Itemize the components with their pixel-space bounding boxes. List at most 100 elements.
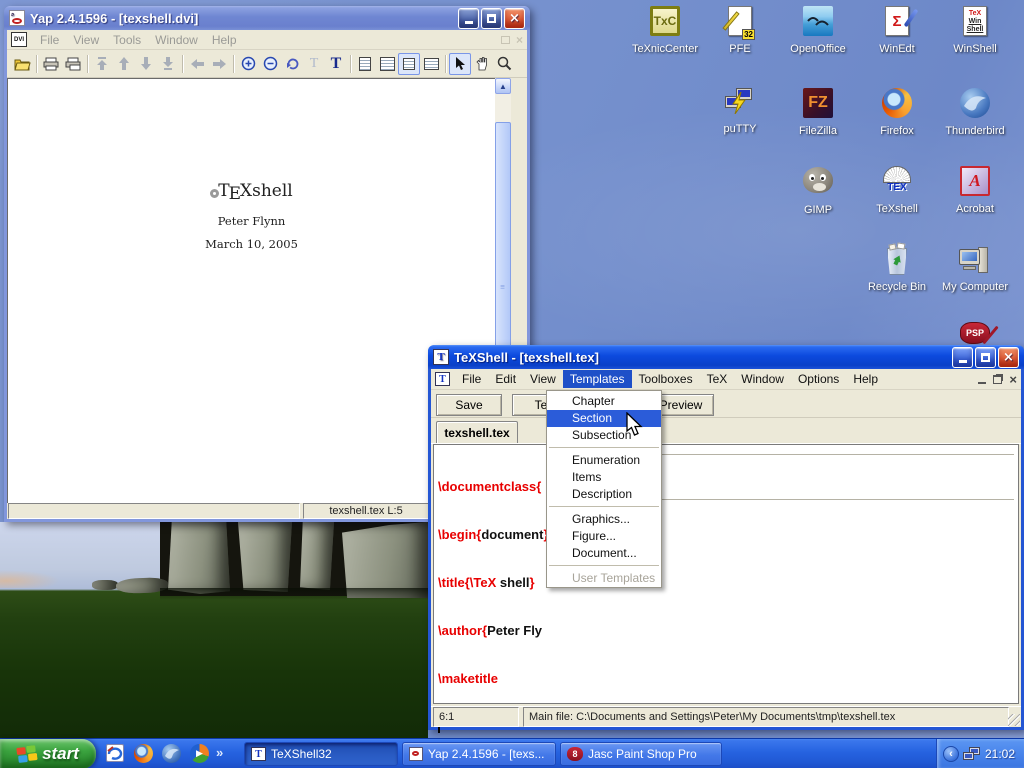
mdi-restore-icon[interactable] bbox=[501, 36, 510, 44]
menu-help[interactable]: Help bbox=[846, 370, 885, 388]
desktop-icon-texshell[interactable]: TEX TeXshell bbox=[859, 164, 935, 215]
desktop-icon-filezilla[interactable]: FZ FileZilla bbox=[780, 86, 856, 137]
menu-separator bbox=[549, 565, 659, 566]
menu-file[interactable]: File bbox=[455, 370, 488, 388]
icon-label: PFE bbox=[702, 43, 778, 55]
network-tray-icon[interactable] bbox=[963, 746, 981, 762]
texshell-window-body: T File Edit View Templates Toolboxes TeX… bbox=[431, 369, 1021, 727]
yap-menu-tools[interactable]: Tools bbox=[106, 31, 148, 49]
mdi-close-icon[interactable]: × bbox=[1009, 372, 1017, 387]
next-page-icon[interactable] bbox=[135, 53, 157, 75]
desktop-icon-openoffice[interactable]: OpenOffice bbox=[780, 4, 856, 55]
texshell-window[interactable]: T TeXShell - [texshell.tex] × T File Edi… bbox=[428, 345, 1024, 730]
menu-item-figure[interactable]: Figure... bbox=[547, 528, 661, 545]
desktop-icon-texniccenter[interactable]: TxC TeXnicCenter bbox=[627, 4, 703, 55]
yap-menu-window[interactable]: Window bbox=[148, 31, 205, 49]
continuous-facing-view-icon[interactable] bbox=[420, 53, 442, 75]
desktop-icon-my-computer[interactable]: My Computer bbox=[937, 244, 1013, 293]
menu-item-graphics[interactable]: Graphics... bbox=[547, 511, 661, 528]
badge-32: 32 bbox=[742, 29, 755, 40]
menu-item-document[interactable]: Document... bbox=[547, 545, 661, 562]
clock[interactable]: 21:02 bbox=[985, 747, 1015, 761]
save-button[interactable]: Save bbox=[436, 394, 502, 416]
tab-texshell-tex[interactable]: texshell.tex bbox=[436, 421, 518, 443]
menu-templates[interactable]: Templates bbox=[563, 370, 632, 388]
thunderbird-quicklaunch-icon[interactable] bbox=[162, 744, 182, 764]
desktop-icon-putty[interactable]: puTTY bbox=[702, 86, 778, 135]
texshell-close-button[interactable]: × bbox=[998, 347, 1019, 368]
mdi-minimize-icon[interactable] bbox=[978, 382, 986, 384]
yap-menu-file[interactable]: File bbox=[33, 31, 66, 49]
menu-tex[interactable]: TeX bbox=[700, 370, 735, 388]
text-outline-icon[interactable]: T bbox=[303, 53, 325, 75]
desktop-icon-recycle-bin[interactable]: Recycle Bin bbox=[859, 244, 935, 293]
standing-stone bbox=[168, 522, 230, 594]
texshell-titlebar[interactable]: T TeXShell - [texshell.tex] × bbox=[428, 345, 1024, 369]
desktop-icon-acrobat[interactable]: A Acrobat bbox=[937, 164, 1013, 215]
mdi-restore-icon[interactable] bbox=[993, 375, 1002, 384]
menu-item-items[interactable]: Items bbox=[547, 469, 661, 486]
start-button[interactable]: start bbox=[0, 739, 96, 768]
last-page-icon[interactable] bbox=[157, 53, 179, 75]
menu-item-description[interactable]: Description bbox=[547, 486, 661, 503]
menu-item-chapter[interactable]: Chapter bbox=[547, 393, 661, 410]
code-line: \author{Peter Fly bbox=[438, 623, 1018, 639]
select-tool-icon[interactable] bbox=[449, 53, 471, 75]
internet-explorer-icon[interactable] bbox=[106, 744, 126, 764]
scroll-up-icon[interactable]: ▲ bbox=[495, 78, 511, 94]
dvi-page-view[interactable]: TEXshell Peter Flynn March 10, 2005 bbox=[7, 78, 495, 503]
texshell-maximize-button[interactable] bbox=[975, 347, 996, 368]
desktop-icon-winshell[interactable]: TeX Win Shell WinShell bbox=[937, 4, 1013, 55]
firefox-quicklaunch-icon[interactable] bbox=[134, 744, 154, 764]
redraw-artifact-line bbox=[662, 454, 1014, 455]
yap-titlebar[interactable]: ⌕ Yap 2.4.1596 - [texshell.dvi] × bbox=[4, 6, 530, 30]
stone-ground-shadow bbox=[160, 588, 428, 600]
refresh-icon[interactable] bbox=[281, 53, 303, 75]
yap-menu-view[interactable]: View bbox=[66, 31, 106, 49]
menu-view[interactable]: View bbox=[523, 370, 563, 388]
desktop-icon-pfe[interactable]: 32 PFE bbox=[702, 4, 778, 55]
editor[interactable]: \documentclass{ \begin{document} \title{… bbox=[433, 444, 1019, 704]
previous-page-icon[interactable] bbox=[113, 53, 135, 75]
menu-window[interactable]: Window bbox=[734, 370, 791, 388]
yap-close-button[interactable]: × bbox=[504, 8, 525, 29]
zoom-in-icon[interactable] bbox=[237, 53, 259, 75]
menu-options[interactable]: Options bbox=[791, 370, 846, 388]
desktop-icon-thunderbird[interactable]: Thunderbird bbox=[937, 86, 1013, 137]
facing-page-view-icon[interactable] bbox=[376, 53, 398, 75]
menu-edit[interactable]: Edit bbox=[488, 370, 523, 388]
media-player-icon[interactable]: ▶ bbox=[190, 744, 210, 764]
putty-icon bbox=[723, 86, 757, 120]
back-icon[interactable] bbox=[186, 53, 208, 75]
menu-item-enumeration[interactable]: Enumeration bbox=[547, 452, 661, 469]
texshell-minimize-button[interactable] bbox=[952, 347, 973, 368]
print-icon[interactable] bbox=[40, 53, 62, 75]
zoom-out-icon[interactable] bbox=[259, 53, 281, 75]
distant-stone bbox=[92, 580, 118, 590]
hide-tray-icons-chevron[interactable]: ‹ bbox=[943, 746, 959, 762]
first-page-icon[interactable] bbox=[91, 53, 113, 75]
quicklaunch-overflow-chevron[interactable]: » bbox=[216, 745, 223, 760]
stonehenge-photo[interactable] bbox=[0, 522, 428, 738]
hand-tool-icon[interactable] bbox=[471, 53, 493, 75]
mdi-close-icon[interactable]: × bbox=[516, 33, 523, 47]
yap-maximize-button[interactable] bbox=[481, 8, 502, 29]
menu-toolboxes[interactable]: Toolboxes bbox=[632, 370, 700, 388]
resize-grip[interactable] bbox=[1008, 714, 1020, 726]
single-page-view-icon[interactable] bbox=[354, 53, 376, 75]
open-file-icon[interactable] bbox=[11, 53, 33, 75]
print-page-icon[interactable] bbox=[62, 53, 84, 75]
yap-menu-help[interactable]: Help bbox=[205, 31, 244, 49]
text-mode-icon[interactable]: T bbox=[325, 53, 347, 75]
forward-icon[interactable] bbox=[208, 53, 230, 75]
desktop: TxC TeXnicCenter 32 PFE OpenOffice Σ Win… bbox=[0, 0, 1024, 768]
desktop-icon-firefox[interactable]: Firefox bbox=[859, 86, 935, 137]
desktop-icon-gimp[interactable]: GIMP bbox=[780, 164, 856, 216]
continuous-view-icon[interactable] bbox=[398, 53, 420, 75]
magnifier-tool-icon[interactable] bbox=[493, 53, 515, 75]
task-button-yap[interactable]: Yap 2.4.1596 - [texs... bbox=[402, 742, 556, 766]
desktop-icon-winedt[interactable]: Σ WinShell WinEdt bbox=[859, 4, 935, 55]
task-button-paintshoppro[interactable]: 8 Jasc Paint Shop Pro bbox=[560, 742, 722, 766]
yap-minimize-button[interactable] bbox=[458, 8, 479, 29]
task-button-texshell[interactable]: T TeXShell32 bbox=[244, 742, 398, 766]
